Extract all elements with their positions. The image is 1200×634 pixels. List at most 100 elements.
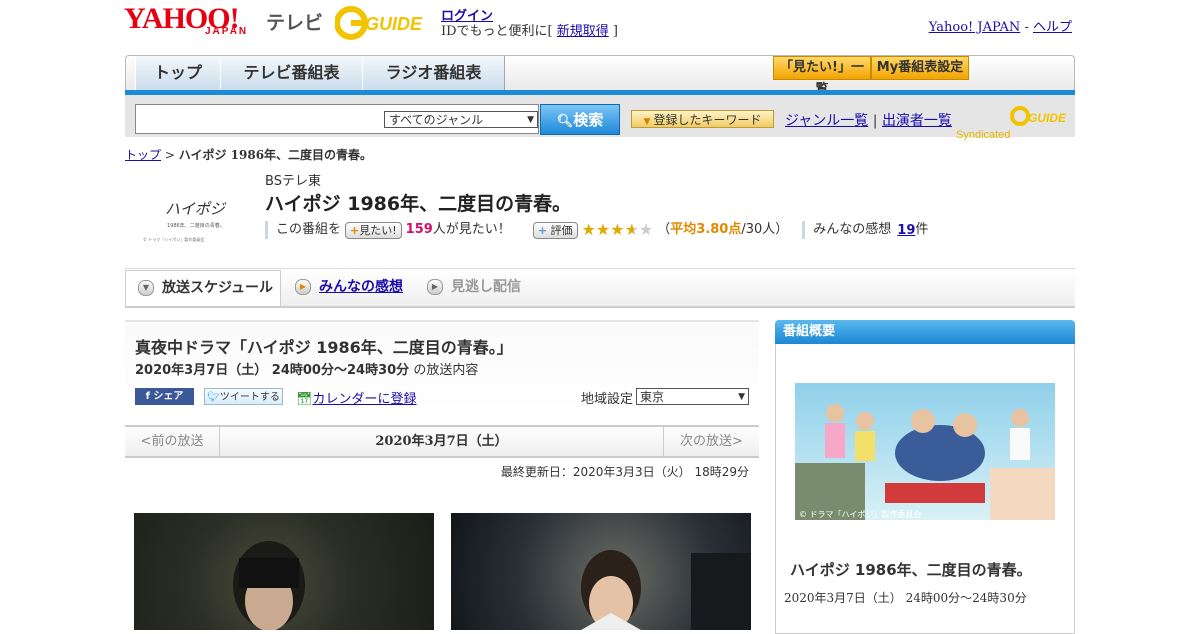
want-suffix: 人が見たい！ <box>432 222 511 238</box>
search-button[interactable]: 🔍︎検索 <box>540 104 620 135</box>
chevron-down-icon: ▼ <box>138 280 154 296</box>
want-prefix: この番組を <box>276 222 342 238</box>
prev-broadcast-link[interactable]: <前の放送 <box>125 427 220 456</box>
facebook-share-label: シェア <box>153 391 184 402</box>
rating-stars: ★★★★★ <box>582 220 654 241</box>
play-icon: ▶ <box>427 279 443 295</box>
tab-impressions-label: みんなの感想 <box>319 279 403 295</box>
scene-image-1-figure <box>233 541 305 631</box>
play-icon: ▶ <box>295 279 311 295</box>
scene-image-2 <box>451 513 751 630</box>
program-channel: BSテレ東 <box>265 174 321 189</box>
gguide-logo[interactable]: GUIDE <box>335 6 433 40</box>
overview-datetime: 2020年3月7日（土） 24時00分～24時30分 <box>784 591 1027 605</box>
rating-button[interactable]: + 評価 <box>532 221 578 239</box>
nav-tab-top[interactable]: トップ <box>135 56 221 90</box>
program-logo-image: ハイポジ 1986年、二度目の青春。 © ドラマ「ハイポジ」製作委員会 <box>143 200 227 242</box>
breadcrumb-current: ハイポジ 1986年、二度目の青春。 <box>178 148 373 162</box>
my-schedule-settings-button[interactable]: My番組表設定 <box>871 56 969 80</box>
tv-logo-text[interactable]: テレビ <box>266 8 323 35</box>
scene-image-2-figure <box>581 550 751 630</box>
mitai-list-button[interactable]: 「見たい!」一覧 <box>773 56 871 97</box>
top-links: Yahoo! JAPAN - ヘルプ <box>929 16 1072 35</box>
rating-average: 平均3.80点 <box>670 222 742 238</box>
login-sub-prefix: IDでもっと便利に[ <box>441 24 557 39</box>
stat-divider <box>802 221 806 240</box>
plus-icon: + <box>537 224 548 237</box>
broadcast-title: 真夜中ドラマ「ハイポジ 1986年、二度目の青春。」 <box>135 338 513 357</box>
star-full-icon: ★ <box>610 220 625 239</box>
register-link[interactable]: 新規取得 <box>557 24 609 39</box>
program-title: ハイポジ 1986年、二度目の青春。 <box>265 193 572 215</box>
want-button[interactable]: +見たい! <box>345 221 402 239</box>
genre-list-link[interactable]: ジャンル一覧 <box>785 113 868 129</box>
star-half-icon: ★ <box>624 220 639 239</box>
main-nav: トップ テレビ番組表 ラジオ番組表 「見たい!」一覧 My番組表設定 <box>125 55 1075 97</box>
broadcast-datetime: 2020年3月7日（土） 24時00分～24時30分 の放送内容 <box>135 359 478 378</box>
section-divider <box>125 268 1075 269</box>
link-separator: - <box>1020 20 1033 35</box>
tweet-label: ツイートする <box>219 392 280 403</box>
program-overview-heading: 番組概要 <box>775 320 1075 344</box>
login-sub-suffix: ] <box>608 24 618 39</box>
day-navigation: <前の放送 2020年3月7日（土） 次の放送> <box>125 425 759 458</box>
program-key-visual: © ドラマ「ハイポジ」製作委員会 <box>795 383 1055 520</box>
search-icon: 🔍︎ <box>556 114 574 129</box>
impressions-unit: 件 <box>915 222 929 238</box>
registered-keyword-label: 登録したキーワード <box>653 113 762 127</box>
next-broadcast-link[interactable]: 次の放送> <box>663 427 759 456</box>
triangle-down-icon: ▼ <box>643 117 651 127</box>
last-updated: 最終更新日：2020年3月3日（火） 18時29分 <box>500 465 749 479</box>
want-button-label: 見たい! <box>359 224 397 237</box>
key-visual-caption: © ドラマ「ハイポジ」製作委員会 <box>799 509 921 519</box>
registered-keyword-button[interactable]: ▼ 登録したキーワード <box>631 110 774 128</box>
current-day: 2020年3月7日（土） <box>375 434 508 449</box>
stat-divider <box>265 221 268 240</box>
tab-impressions[interactable]: ▶ みんなの感想 <box>295 270 403 304</box>
scene-image-1 <box>134 513 434 631</box>
program-stats: この番組を +見たい! 159人が見たい！ + 評価 ★★★★★ （平均3.80点/30人… <box>265 220 928 240</box>
nav-tab-radio-schedule[interactable]: ラジオ番組表 <box>362 56 505 90</box>
rating-people: /30人） <box>741 222 789 238</box>
search-links: ジャンル一覧 | 出演者一覧 <box>785 110 952 130</box>
region-select-value: 東京 <box>640 390 665 404</box>
star-full-icon: ★ <box>595 220 611 239</box>
overview-title: ハイポジ 1986年、二度目の青春。 <box>790 561 1032 579</box>
link-divider: | <box>872 113 878 129</box>
twitter-bird-icon: 🐦︎ <box>207 392 220 403</box>
nav-tab-tv-schedule[interactable]: テレビ番組表 <box>220 56 363 90</box>
genre-select[interactable]: すべてのジャンル ▼ <box>384 111 538 128</box>
performer-list-link[interactable]: 出演者一覧 <box>882 113 952 129</box>
region-label: 地域設定 <box>581 392 634 407</box>
breadcrumb-home-link[interactable]: トップ <box>125 148 161 162</box>
yahoo-japan-logo-text: JAPAN <box>205 26 249 37</box>
impressions-label: みんなの感想 <box>813 222 892 238</box>
help-link[interactable]: ヘルプ <box>1033 20 1072 35</box>
program-tabs: ▼ 放送スケジュール ▶ みんなの感想 ▶ 見逃し配信 <box>125 270 1075 308</box>
region-select[interactable]: 東京 ▼ <box>636 388 749 405</box>
calendar-plus-icon: 📅︎ <box>296 392 313 407</box>
broadcast-datetime-suffix: の放送内容 <box>413 363 479 378</box>
star-full-icon: ★ <box>581 220 596 239</box>
tab-vod-label: 見逃し配信 <box>451 279 521 295</box>
login-subtext: IDでもっと便利に[ 新規取得 ] <box>441 20 618 39</box>
svg-text:GUIDE: GUIDE <box>365 14 423 34</box>
program-logo-copyright: © ドラマ「ハイポジ」製作委員会 <box>143 236 204 242</box>
dropdown-arrow-icon: ▼ <box>527 115 534 125</box>
tweet-button[interactable]: 🐦︎ツイートする <box>204 388 283 405</box>
svg-text:GUIDE: GUIDE <box>1028 111 1067 125</box>
search-button-label: 検索 <box>573 111 604 129</box>
impressions-count-link[interactable]: 19 <box>897 223 915 238</box>
yahoo-japan-link[interactable]: Yahoo! JAPAN <box>929 20 1021 35</box>
broadcast-datetime-value: 2020年3月7日（土） 24時00分～24時30分 <box>135 363 410 378</box>
calendar-register: 📅︎カレンダーに登録 <box>296 388 417 407</box>
rating-button-label: 評価 <box>550 224 573 237</box>
syndicated-text: Syndicated <box>956 129 1011 141</box>
tab-schedule[interactable]: ▼ 放送スケジュール <box>125 270 281 306</box>
genre-select-value: すべてのジャンル <box>389 113 484 127</box>
calendar-register-link[interactable]: カレンダーに登録 <box>313 392 417 407</box>
facebook-share-button[interactable]: f シェア <box>135 388 194 405</box>
tab-vod[interactable]: ▶ 見逃し配信 <box>427 270 521 304</box>
program-logo-text: ハイポジ <box>165 200 227 218</box>
gguide-small-logo-icon: GUIDE <box>1010 106 1067 126</box>
